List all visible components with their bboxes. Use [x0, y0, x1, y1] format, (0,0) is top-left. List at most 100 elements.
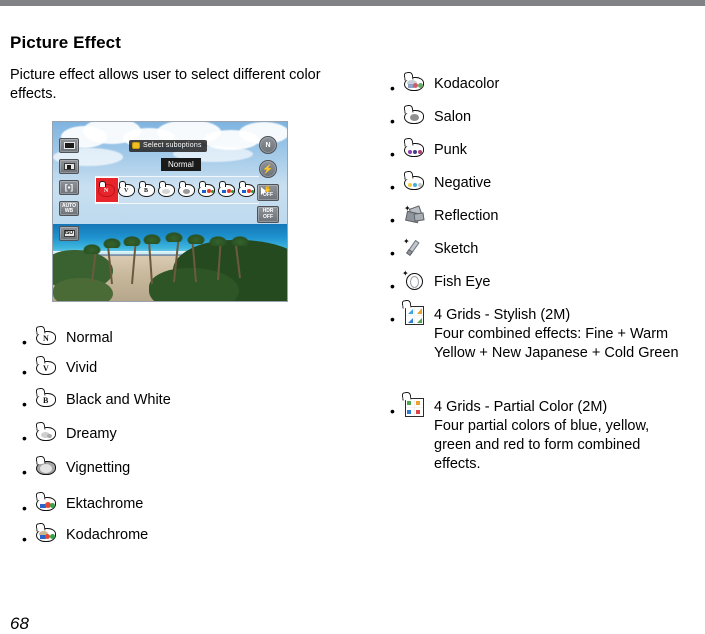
effect-vivid[interactable]: V [118, 181, 135, 197]
list-bullet: • [22, 334, 27, 350]
list-item-label: Reflection [434, 208, 499, 224]
selected-effect-label: Normal [161, 158, 201, 171]
list-item[interactable]: • Dreamy [22, 421, 322, 456]
effect-kodachrome[interactable] [218, 181, 235, 197]
palette-shape [35, 455, 56, 475]
list-item-label: Dreamy [66, 426, 117, 442]
effect-tab [199, 181, 206, 187]
list-item-label: Normal [66, 330, 113, 346]
effect-letter: V [124, 188, 129, 194]
grid-thumb-hole [401, 391, 412, 401]
list-item[interactable]: • [390, 299, 690, 395]
picture-effect-letter: N [265, 141, 271, 149]
palette-letter: V [43, 364, 49, 373]
grid-cell [406, 408, 414, 416]
effect-black-and-white-icon: B [32, 387, 60, 410]
select-suboptions-tooltip: Select suboptions [129, 140, 207, 152]
list-item[interactable]: • Negative [390, 170, 690, 204]
effect-kodacolor[interactable] [238, 181, 255, 197]
list-item[interactable]: • N Normal [22, 325, 322, 356]
palette-swatch [418, 83, 423, 88]
hdr-off-icon[interactable]: HDR OFF [257, 206, 279, 223]
grid-4-shape [405, 398, 424, 417]
palette-shape [403, 137, 424, 157]
page-number: 68 [10, 614, 29, 633]
list-item[interactable]: • Kodacolor [390, 71, 690, 105]
white-balance-icon[interactable]: AUTO WB [59, 201, 79, 216]
effect-black-and-white[interactable]: B [138, 181, 155, 197]
effect-tab [159, 181, 166, 187]
list-item[interactable]: • V Vivid [22, 355, 322, 388]
grid-swatch [416, 410, 420, 414]
effect-tab [139, 181, 146, 187]
white-balance-label: AUTO WB [61, 203, 77, 214]
list-bullet: • [22, 500, 27, 516]
right-column: • Kodacolor • Salon • Punk • Negative • … [352, 6, 705, 634]
effect-4-grids-stylish-icon [400, 299, 428, 329]
page-content: Picture Effect Picture effect allows use… [0, 6, 705, 634]
palm-crown [187, 234, 205, 244]
reflection-shard [413, 212, 425, 222]
palette-swatch [408, 183, 412, 187]
palette-swatch [40, 464, 52, 473]
list-bullet: • [22, 364, 27, 380]
list-item[interactable]: • ✦ Fish Eye [390, 270, 690, 303]
effect-tab [99, 181, 106, 187]
effect-vignetting[interactable] [178, 181, 195, 197]
list-bullet: • [390, 179, 395, 195]
effect-dreamy[interactable] [158, 181, 175, 197]
picture-effect-icon[interactable]: N [259, 136, 277, 154]
palette-swatch [50, 503, 55, 508]
palette-shape: B [35, 387, 56, 407]
image-size-icon[interactable] [59, 138, 79, 153]
list-item[interactable]: • [390, 391, 690, 487]
list-bullet: • [390, 278, 395, 294]
effect-ektachrome[interactable] [198, 181, 215, 197]
list-bullet: • [390, 113, 395, 129]
effect-sketch-icon: ✦ [400, 237, 428, 259]
effect-tab [219, 181, 226, 187]
list-item[interactable]: • Kodachrome [22, 522, 322, 554]
iso-label: ISO [63, 230, 75, 237]
list-bullet: • [22, 531, 27, 547]
list-item[interactable]: • Vignetting [22, 455, 322, 492]
intro-paragraph: Picture effect allows user to select dif… [10, 67, 321, 102]
effect-strip[interactable]: N V B [95, 176, 266, 204]
list-item[interactable]: • ✦ Reflection [390, 204, 690, 237]
metering-glyph [63, 163, 75, 170]
effect-normal[interactable]: N [98, 181, 115, 197]
list-item-text: 4 Grids - Partial Color (2M) Four partia… [434, 395, 690, 474]
iso-icon[interactable]: ISO [59, 226, 79, 241]
palette-swatch [418, 183, 422, 187]
grid-swatch [407, 410, 411, 414]
list-item-label: Fish Eye [434, 274, 491, 290]
list-item-label: Punk [434, 142, 468, 158]
af-area-icon[interactable]: [▪] [59, 180, 79, 195]
sparkle-icon: ✦ [403, 237, 410, 246]
metering-dot [67, 164, 71, 169]
effect-4-grids-partial-color-icon [400, 391, 428, 421]
tooltip-text: Select suboptions [143, 142, 202, 149]
effect-normal-icon: N [32, 325, 60, 348]
effect-tab [179, 181, 186, 187]
af-area-glyph: [▪] [64, 183, 74, 192]
list-item[interactable]: • B Black and White [22, 387, 322, 422]
strip-next-arrow-icon[interactable] [261, 187, 266, 195]
grid-cell [406, 399, 414, 407]
list-item-label: Salon [434, 109, 472, 125]
grid-swatch [408, 309, 413, 314]
effect-swatch [222, 190, 226, 193]
list-item[interactable]: • ✦ Sketch [390, 237, 690, 270]
palm-crown [83, 244, 101, 254]
list-item[interactable]: • Punk [390, 137, 690, 171]
palette-thumb-hole [403, 170, 414, 180]
list-bullet: • [390, 311, 395, 327]
palette-swatch [410, 114, 419, 121]
palette-swatch [413, 150, 417, 154]
effect-swatch [231, 190, 234, 193]
list-item[interactable]: • Ektachrome [22, 491, 322, 523]
metering-icon[interactable] [59, 159, 79, 174]
flash-off-icon[interactable]: ⚡ [259, 160, 277, 178]
sparkle-icon: ✦ [404, 204, 411, 213]
list-item[interactable]: • Salon [390, 104, 690, 138]
